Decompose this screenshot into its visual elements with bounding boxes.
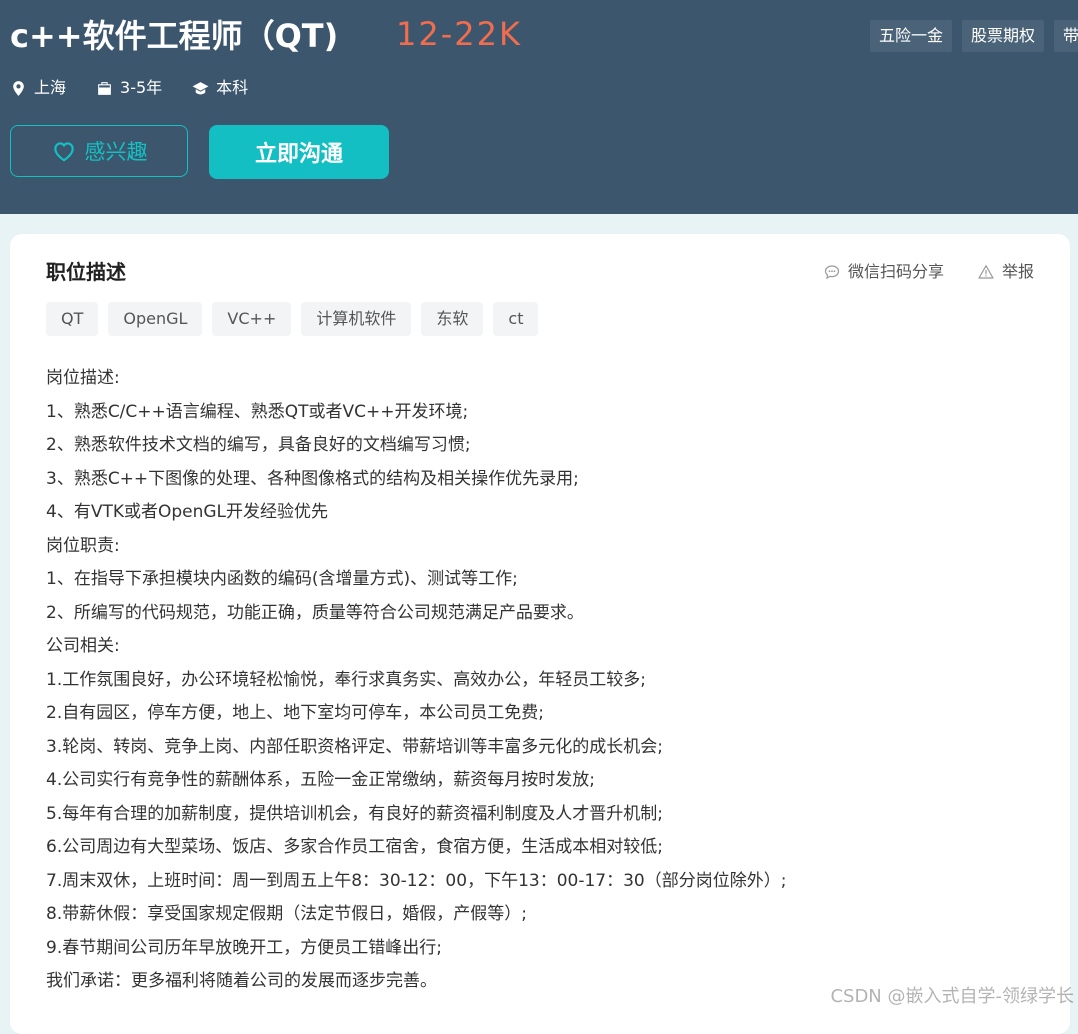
- skill-tag: QT: [46, 302, 99, 336]
- graduation-cap-icon: [192, 80, 209, 97]
- section-title: 职位描述: [46, 260, 126, 284]
- skill-tag: OpenGL: [108, 302, 203, 336]
- skill-tag: ct: [493, 302, 539, 336]
- welfare-tag: 带: [1054, 20, 1078, 52]
- welfare-tag: 五险一金: [870, 20, 953, 52]
- description-line: 2.自有园区，停车方便，地上、地下室均可停车，本公司员工免费;: [46, 703, 544, 723]
- job-header: c++软件工程师（QT) 12-22K 五险一金 股票期权 带 上海 3-5年 …: [0, 0, 1078, 214]
- job-description-card: 职位描述 微信扫码分享 举报 QT OpenGL VC++ 计算机软件 东软 c…: [10, 234, 1070, 1034]
- description-line: 2、熟悉软件技术文档的编写，具备良好的文档编写习惯;: [46, 435, 471, 455]
- salary: 12-22K: [396, 15, 522, 53]
- job-education: 本科: [192, 76, 248, 100]
- education-text: 本科: [216, 78, 249, 97]
- job-description-text: 岗位描述: 1、熟悉C/C++语言编程、熟悉QT或者VC++开发环境; 2、熟悉…: [46, 362, 1026, 999]
- welfare-tags: 五险一金 股票期权 带: [870, 20, 1078, 52]
- card-actions: 微信扫码分享 举报: [824, 261, 1034, 283]
- job-meta: 上海 3-5年 本科: [10, 76, 248, 100]
- description-line: 4、有VTK或者OpenGL开发经验优先: [46, 502, 329, 522]
- skill-tag: VC++: [212, 302, 292, 336]
- chat-bubble-icon: [824, 264, 840, 280]
- description-line: 1.工作氛围良好，办公环境轻松愉悦，奉行求真务实、高效办公，年轻员工较多;: [46, 669, 646, 690]
- share-label: 微信扫码分享: [847, 262, 944, 281]
- job-title: c++软件工程师（QT): [10, 17, 339, 55]
- description-line: 8.带薪休假：享受国家规定假期（法定节假日，婚假，产假等）;: [46, 904, 527, 924]
- description-line: 4.公司实行有竞争性的薪酬体系，五险一金正常缴纳，薪资每月按时发放;: [46, 770, 595, 790]
- skill-tag: 东软: [421, 302, 484, 336]
- report-label: 举报: [1001, 262, 1034, 281]
- briefcase-icon: [96, 80, 113, 97]
- description-line: 9.春节期间公司历年早放晚开工，方便员工错峰出行;: [46, 937, 442, 958]
- chat-now-button[interactable]: 立即沟通: [209, 125, 389, 179]
- experience-text: 3-5年: [120, 78, 163, 97]
- description-line: 岗位描述:: [46, 368, 120, 388]
- description-line: 1、在指导下承担模块内函数的编码(含增量方式)、测试等工作;: [46, 569, 518, 589]
- interest-label: 感兴趣: [84, 140, 148, 164]
- description-line: 5.每年有合理的加薪制度，提供培训机会，有良好的薪资福利制度及人才晋升机制;: [46, 803, 663, 824]
- warning-triangle-icon: [978, 264, 994, 280]
- description-line: 公司相关:: [46, 636, 120, 656]
- skill-tags: QT OpenGL VC++ 计算机软件 东软 ct: [46, 302, 539, 336]
- job-experience: 3-5年: [96, 76, 162, 100]
- description-line: 7.周末双休，上班时间：周一到周五上午8：30-12：00，下午13：00-17…: [46, 870, 787, 891]
- report-button[interactable]: 举报: [978, 261, 1034, 283]
- location-pin-icon: [10, 80, 27, 97]
- wechat-share-button[interactable]: 微信扫码分享: [824, 261, 944, 283]
- description-line: 3.轮岗、转岗、竞争上岗、内部任职资格评定、带薪培训等丰富多元化的成长机会;: [46, 736, 663, 757]
- skill-tag: 计算机软件: [301, 302, 412, 336]
- description-line: 岗位职责:: [46, 535, 120, 556]
- description-line: 6.公司周边有大型菜场、饭店、多家合作员工宿舍，食宿方便，生活成本相对较低;: [46, 837, 663, 857]
- description-line: 2、所编写的代码规范，功能正确，质量等符合公司规范满足产品要求。: [46, 602, 584, 623]
- welfare-tag: 股票期权: [962, 20, 1045, 52]
- interest-button[interactable]: 感兴趣: [10, 125, 188, 177]
- job-location: 上海: [10, 76, 66, 100]
- heart-icon: [51, 138, 77, 164]
- description-line: 3、熟悉C++下图像的处理、各种图像格式的结构及相关操作优先录用;: [46, 468, 579, 489]
- location-text: 上海: [34, 78, 67, 97]
- csdn-watermark: CSDN @嵌入式自学-领绿学长: [830, 986, 1074, 1007]
- description-line: 1、熟悉C/C++语言编程、熟悉QT或者VC++开发环境;: [46, 401, 469, 422]
